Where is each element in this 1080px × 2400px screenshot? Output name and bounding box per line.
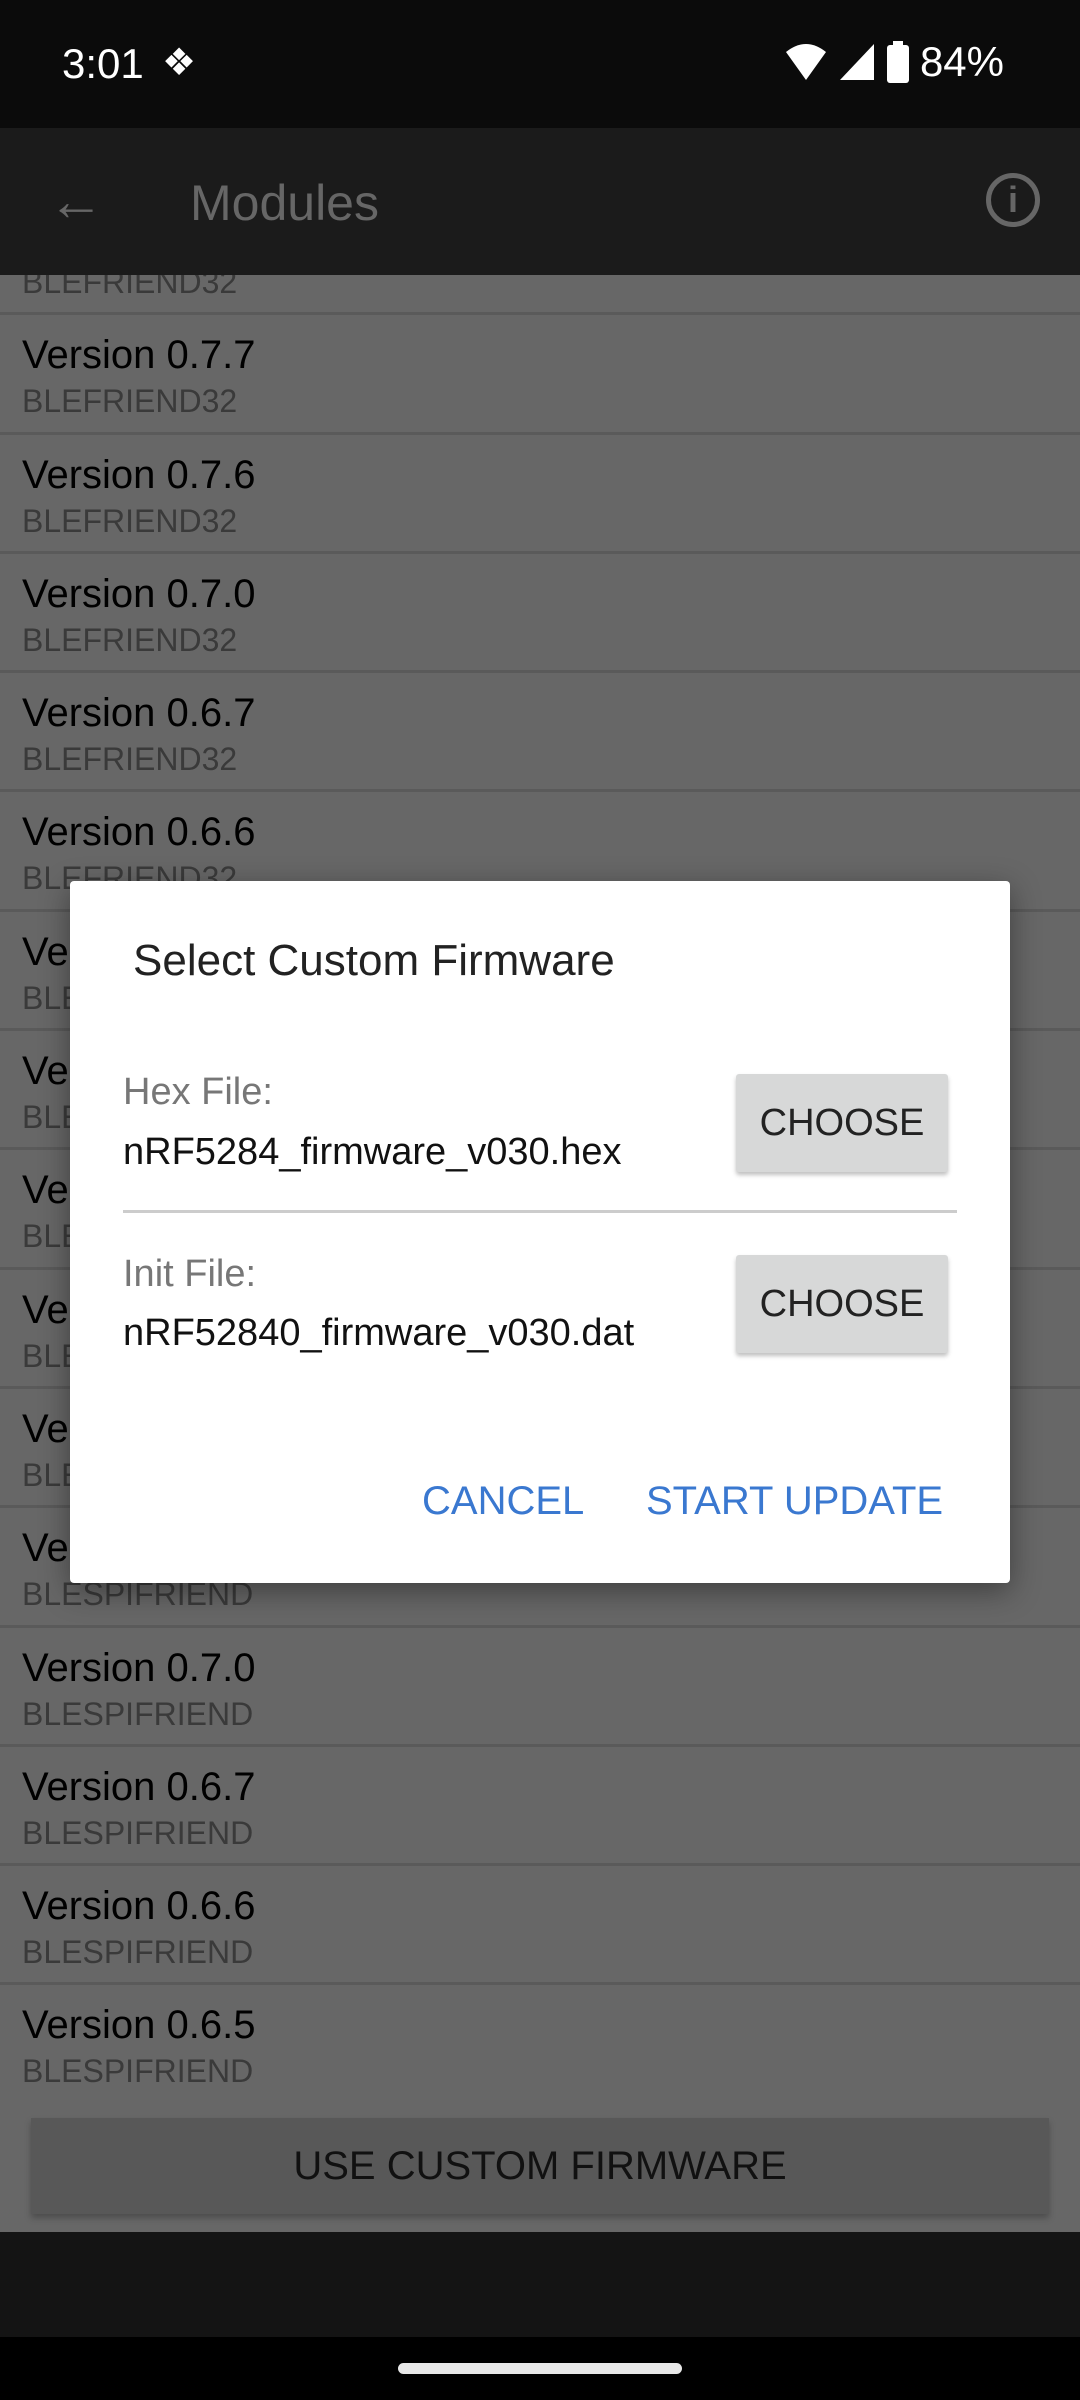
status-bar: 3:01 ❖ 84%	[0, 0, 1080, 128]
init-file-label: Init File:	[123, 1253, 257, 1295]
module-name: BLEFRIEND32	[22, 502, 238, 539]
version-title: Version 0.6.6	[22, 1884, 256, 1929]
module-name: BLESPIFRIEND	[22, 2053, 254, 2090]
list-item[interactable]: Version 0.7.0 BLESPIFRIEND	[0, 1628, 1080, 1747]
list-item[interactable]: Version 0.6.7 BLEFRIEND32	[0, 673, 1080, 793]
battery-level: 84%	[919, 38, 1004, 85]
module-name: BLEFRIEND32	[22, 383, 238, 420]
clock: 3:01	[62, 40, 144, 87]
dialog-title: Select Custom Firmware	[133, 936, 615, 985]
version-title: Ve	[22, 1287, 69, 1332]
version-title: Version 0.7.7	[22, 333, 256, 378]
choose-hex-button[interactable]: CHOOSE	[736, 1074, 948, 1172]
wifi-icon	[785, 44, 826, 80]
version-title: Ve	[22, 1526, 69, 1571]
info-icon[interactable]: i	[986, 173, 1040, 227]
bottom-spacer	[0, 2232, 1080, 2337]
list-item[interactable]: Version 0.6.6 BLESPIFRIEND	[0, 1866, 1080, 1986]
version-title: Version 0.7.6	[22, 452, 256, 497]
arrow-left-icon[interactable]: ←	[48, 168, 104, 233]
init-file-value: nRF52840_firmware_v030.dat	[123, 1312, 635, 1354]
bottom-bar: USE CUSTOM FIRMWARE	[0, 2102, 1080, 2232]
select-custom-firmware-dialog: Select Custom Firmware Hex File: nRF5284…	[70, 881, 1010, 1583]
list-item[interactable]: Version 0.7.0 BLEFRIEND32	[0, 554, 1080, 674]
list-item[interactable]: BLEFRIEND32	[0, 275, 1080, 316]
list-item[interactable]: Version 0.6.7 BLESPIFRIEND	[0, 1747, 1080, 1867]
page-title: Modules	[190, 175, 379, 231]
module-name: BLESPIFRIEND	[22, 1695, 254, 1732]
battery-icon	[886, 41, 909, 83]
dropbox-icon: ❖	[162, 42, 197, 84]
choose-init-button[interactable]: CHOOSE	[736, 1255, 948, 1353]
module-name: BLEFRIEND32	[22, 621, 238, 658]
home-handle[interactable]	[398, 2363, 682, 2374]
use-custom-firmware-button[interactable]: USE CUSTOM FIRMWARE	[31, 2118, 1049, 2214]
module-name: BLEFRIEND32	[22, 275, 238, 300]
version-title: Ve	[22, 929, 69, 974]
list-item[interactable]: Version 0.6.5 BLESPIFRIEND	[0, 1985, 1080, 2102]
list-item[interactable]: Version 0.7.7 BLEFRIEND32	[0, 315, 1080, 435]
start-update-button[interactable]: START UPDATE	[646, 1479, 943, 1524]
version-title: Version 0.6.5	[22, 2003, 256, 2048]
app-toolbar: ← Modules i	[0, 128, 1080, 275]
version-title: Version 0.6.7	[22, 691, 256, 736]
hex-file-label: Hex File:	[123, 1071, 273, 1113]
module-name: BLEFRIEND32	[22, 741, 238, 778]
version-title: Version 0.6.7	[22, 1764, 256, 1809]
version-title: Ve	[22, 1168, 69, 1213]
cancel-button[interactable]: CANCEL	[422, 1479, 584, 1524]
version-title: Version 0.7.0	[22, 1645, 256, 1690]
divider	[123, 1210, 957, 1213]
version-title: Ve	[22, 1406, 69, 1451]
hex-file-value: nRF5284_firmware_v030.hex	[123, 1131, 622, 1173]
navigation-bar	[0, 2337, 1080, 2400]
module-name: BLESPIFRIEND	[22, 1934, 254, 1971]
signal-icon	[839, 44, 874, 80]
module-name: BLESPIFRIEND	[22, 1814, 254, 1851]
version-title: Version 0.6.6	[22, 810, 256, 855]
list-item[interactable]: Version 0.7.6 BLEFRIEND32	[0, 435, 1080, 554]
version-title: Version 0.7.0	[22, 571, 256, 616]
version-title: Ve	[22, 1049, 69, 1094]
